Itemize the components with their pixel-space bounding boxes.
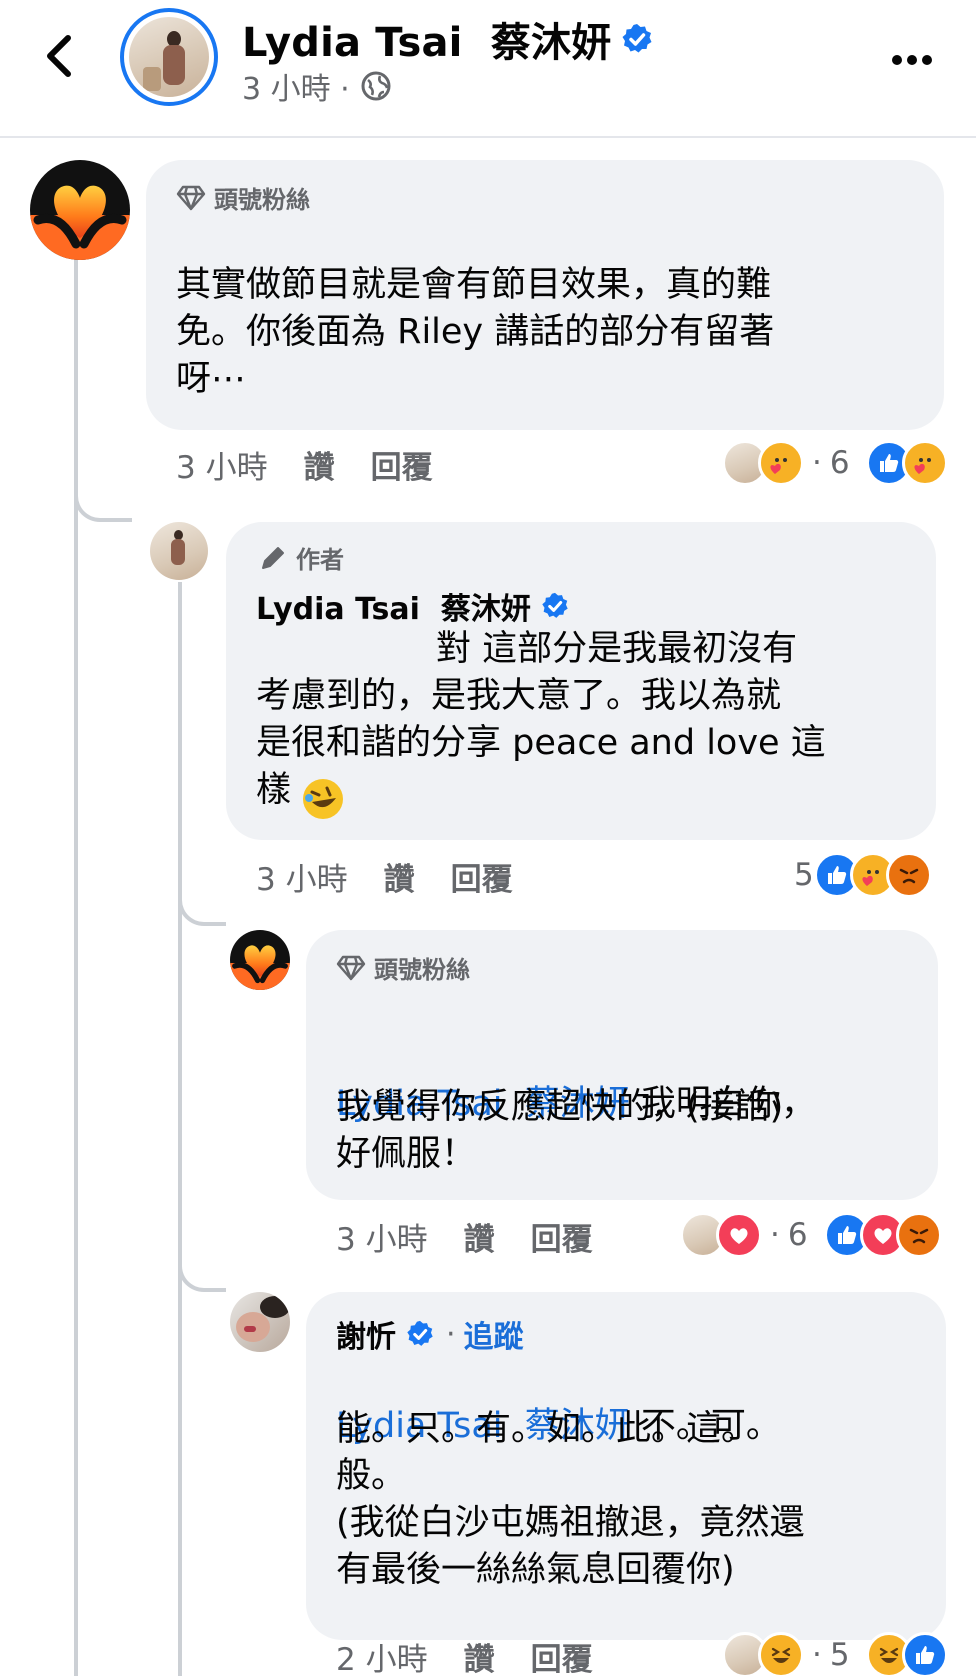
comment-text-continued: 能。只。有。如。此。這。 般。 (我從白沙屯媽祖撤退，竟然還 有最後一絲絲氣息回… xyxy=(336,1409,805,1590)
diamond-icon xyxy=(176,185,206,210)
like-button[interactable]: 讚 xyxy=(464,1642,495,1678)
reply-button[interactable]: 回覆 xyxy=(451,862,513,898)
verified-badge-icon xyxy=(542,592,568,618)
thread-line xyxy=(74,246,78,1676)
care-reaction-icon xyxy=(901,440,948,486)
reaction-count: 5 xyxy=(794,857,814,893)
post-meta: 3 小時 · xyxy=(242,64,392,108)
reply-button[interactable]: 回覆 xyxy=(531,1222,593,1258)
back-chevron-icon[interactable] xyxy=(40,34,80,78)
verified-badge-icon xyxy=(407,1320,433,1346)
reply-button[interactable]: 回覆 xyxy=(371,450,433,486)
reply-button[interactable]: 回覆 xyxy=(531,1642,593,1678)
author-avatar[interactable] xyxy=(120,8,218,106)
top-fan-badge: 頭號粉絲 xyxy=(176,180,310,215)
commenter-avatar[interactable] xyxy=(230,930,290,990)
comment-author[interactable]: 謝忻 · 追蹤 xyxy=(336,1312,524,1356)
thread-line xyxy=(178,582,182,1676)
like-button[interactable]: 讚 xyxy=(384,862,415,898)
comment-author[interactable]: Lydia Tsai 蔡沐妍 xyxy=(256,584,569,628)
verified-badge-icon xyxy=(622,24,652,53)
top-fan-badge: 頭號粉絲 xyxy=(336,950,470,985)
follow-button[interactable]: 追蹤 xyxy=(464,1312,524,1356)
angry-reaction-icon xyxy=(885,852,932,898)
reaction-count: 6 xyxy=(787,1217,808,1253)
angry-reaction-icon xyxy=(895,1212,942,1258)
diamond-icon xyxy=(336,955,366,980)
reaction-summary[interactable]: · 5 xyxy=(722,1632,948,1678)
globe-icon xyxy=(361,71,391,101)
comment-time: 2 小時 xyxy=(336,1642,428,1678)
reaction-count: 5 xyxy=(829,1637,850,1673)
love-emoji-icon xyxy=(716,1212,762,1258)
like-reaction-icon xyxy=(901,1632,948,1678)
thread-connector xyxy=(178,1246,226,1292)
post-header: Lydia Tsai 蔡沐妍 3 小時 · xyxy=(0,0,976,138)
commenter-avatar[interactable] xyxy=(230,1292,290,1352)
comment-actions: 3 小時讚回覆 xyxy=(256,854,549,899)
thread-connector xyxy=(74,470,132,522)
comment-text-continued: 我覺得你反應超快的，(接話) 好佩服！ xyxy=(336,1087,784,1174)
like-button[interactable]: 讚 xyxy=(304,450,335,486)
comment-actions: 3 小時讚回覆 xyxy=(176,442,469,487)
like-button[interactable]: 讚 xyxy=(464,1222,495,1258)
rolling-laughing-emoji-icon xyxy=(303,779,343,819)
heart-hands-icon xyxy=(30,185,130,260)
comment-time: 3 小時 xyxy=(256,862,348,898)
reaction-count: 6 xyxy=(829,445,850,481)
comment-time: 3 小時 xyxy=(336,1222,428,1258)
reaction-summary[interactable]: 5 xyxy=(794,852,932,898)
comment-time: 3 小時 xyxy=(176,450,268,486)
thread-connector xyxy=(178,880,226,926)
reaction-summary[interactable]: · 6 xyxy=(680,1212,942,1258)
comment-text: 對 這部分是我最初沒有 考慮到的，是我大意了。我以為就 是很和諧的分享 peac… xyxy=(256,629,826,810)
author-reply-avatar[interactable] xyxy=(150,522,208,580)
heart-hands-icon xyxy=(230,945,290,990)
author-badge: 作者 xyxy=(258,540,344,575)
comment-actions: 2 小時讚回覆 xyxy=(336,1634,629,1679)
comment-actions: 3 小時讚回覆 xyxy=(336,1214,629,1259)
care-emoji-icon xyxy=(758,440,804,486)
reaction-summary[interactable]: · 6 xyxy=(722,440,948,486)
comment-text: 其實做節目就是會有節目效果，真的難 免。你後面為 Riley 講話的部分有留著 … xyxy=(176,265,775,399)
more-options-button[interactable] xyxy=(892,50,937,69)
pen-icon xyxy=(262,546,284,569)
commenter-avatar[interactable] xyxy=(30,160,130,260)
author-name[interactable]: Lydia Tsai 蔡沐妍 xyxy=(242,10,653,68)
post-time: 3 小時 · xyxy=(242,72,350,107)
haha-emoji-icon xyxy=(758,1632,804,1678)
